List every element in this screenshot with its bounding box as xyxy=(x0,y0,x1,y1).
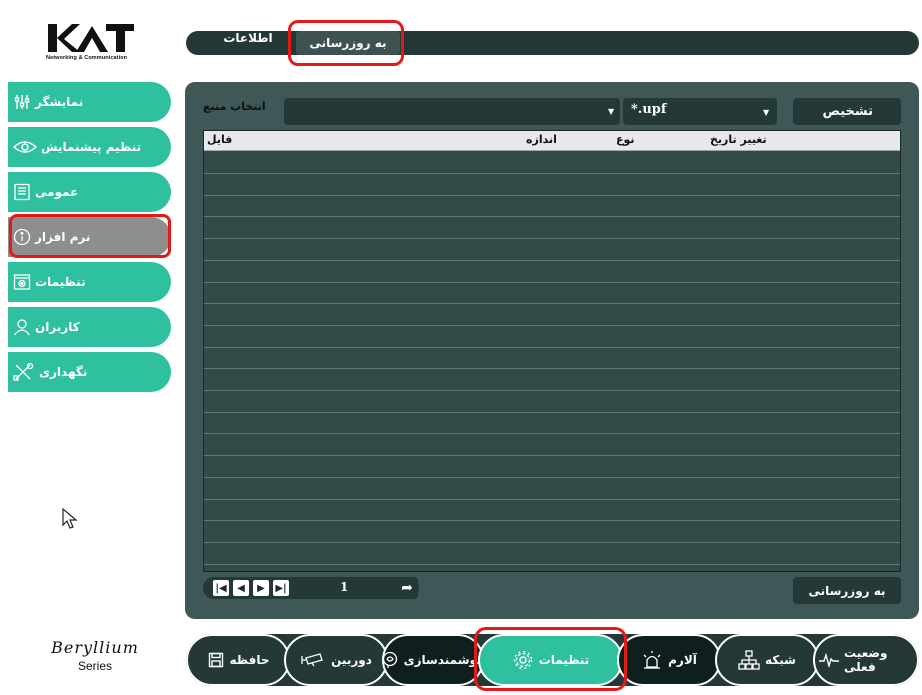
nav-storage-label: حافظه xyxy=(229,653,270,667)
nav-storage[interactable]: حافظه xyxy=(186,634,290,686)
highlight-software-item xyxy=(9,214,171,258)
table-row[interactable] xyxy=(204,411,900,413)
sidebar-label-settings: تنظیمات xyxy=(35,275,86,289)
file-table: فایل اندازه نوع تغییر تاریخ xyxy=(203,130,901,572)
source-select[interactable]: ▼ xyxy=(284,98,620,125)
user-icon xyxy=(13,318,31,336)
sidebar-label-users: کاربران xyxy=(35,320,80,334)
next-page-icon[interactable]: ▶ xyxy=(253,580,269,596)
column-header-size: اندازه xyxy=(526,133,557,146)
table-row[interactable] xyxy=(204,216,900,218)
mouse-cursor-icon xyxy=(62,508,78,529)
document-icon xyxy=(13,183,31,201)
sidebar-label-display: نمایشگر xyxy=(35,95,84,109)
table-row[interactable] xyxy=(204,390,900,391)
nav-alarm-label: آلارم xyxy=(668,653,697,667)
update-button[interactable]: به روزرسانی xyxy=(793,577,901,604)
eye-icon xyxy=(13,138,37,156)
kdt-logo: Networking & Communication xyxy=(46,22,136,66)
camera-icon xyxy=(300,651,326,669)
last-page-icon[interactable]: ▶| xyxy=(273,580,289,596)
chevron-down-icon: ▼ xyxy=(608,107,615,116)
source-label: انتخاب منبع xyxy=(203,100,266,113)
table-row[interactable] xyxy=(204,433,900,435)
kdt-logo-mark xyxy=(48,24,134,52)
sidebar-label-preview: تنظیم پیشنمایش xyxy=(41,140,142,154)
sidebar-label-maintenance: نگهداری xyxy=(39,365,88,379)
brain-head-icon xyxy=(381,651,399,669)
table-row[interactable] xyxy=(204,476,900,478)
prev-page-icon[interactable]: ◀ xyxy=(233,580,249,596)
table-row[interactable] xyxy=(204,541,900,543)
tab-info[interactable]: اطلاعات xyxy=(218,26,278,50)
brand-name: Beryllium xyxy=(51,638,139,657)
chevron-down-icon: ▼ xyxy=(763,107,770,117)
column-header-file: فایل xyxy=(207,133,233,146)
table-row[interactable] xyxy=(204,259,900,261)
settings-box-icon xyxy=(13,273,31,291)
sidebar-item-preview[interactable]: تنظیم پیشنمایش xyxy=(8,127,171,167)
table-row[interactable] xyxy=(204,563,900,565)
file-type-select[interactable]: *.upf ▼ xyxy=(623,98,777,125)
table-row[interactable] xyxy=(204,238,900,240)
tools-icon xyxy=(13,363,35,381)
first-page-icon[interactable]: |◀ xyxy=(213,580,229,596)
column-header-type: نوع xyxy=(616,133,635,146)
sidebar-item-display[interactable]: نمایشگر xyxy=(8,82,171,122)
column-header-date: تغییر تاریخ xyxy=(710,133,767,146)
nav-status[interactable]: وضعیت فعلی xyxy=(813,634,919,686)
detect-button[interactable]: تشخیص xyxy=(793,98,901,125)
sidebar-item-users[interactable]: کاربران xyxy=(8,307,171,347)
sidebar-item-settings[interactable]: تنظیمات xyxy=(8,262,171,302)
nav-alarm[interactable]: آلارم xyxy=(617,634,721,686)
table-row[interactable] xyxy=(204,194,900,196)
page-number-input[interactable]: 1 xyxy=(336,577,392,599)
sliders-icon xyxy=(13,93,31,111)
alarm-light-icon xyxy=(641,651,663,669)
nav-smart[interactable]: هوشمندسازی xyxy=(381,634,485,686)
table-row[interactable] xyxy=(204,498,900,500)
file-type-value: *.upf xyxy=(631,102,667,117)
network-icon xyxy=(738,650,760,670)
nav-camera[interactable]: دوربین xyxy=(284,634,388,686)
table-row[interactable] xyxy=(204,346,900,348)
sidebar-item-general[interactable]: عمومی xyxy=(8,172,171,212)
table-header: فایل اندازه نوع تغییر تاریخ xyxy=(204,131,900,151)
brand: Beryllium Series xyxy=(40,638,150,673)
sidebar-item-maintenance[interactable]: نگهداری xyxy=(8,352,171,392)
sidebar-label-general: عمومی xyxy=(35,185,79,199)
pulse-icon xyxy=(819,651,839,669)
nav-camera-label: دوربین xyxy=(331,653,372,667)
nav-status-label: وضعیت فعلی xyxy=(844,646,888,674)
brand-series: Series xyxy=(77,659,112,673)
table-row[interactable] xyxy=(204,173,900,174)
save-icon xyxy=(207,651,225,669)
nav-network[interactable]: شبکه xyxy=(715,634,819,686)
highlight-update-tab xyxy=(288,20,404,66)
table-row[interactable] xyxy=(204,303,900,305)
logo-tagline: Networking & Communication xyxy=(46,55,128,61)
nav-network-label: شبکه xyxy=(765,653,796,667)
table-row[interactable] xyxy=(204,455,900,457)
table-row[interactable] xyxy=(204,520,900,522)
go-page-icon[interactable]: ➦ xyxy=(396,577,418,599)
page-number: 1 xyxy=(340,580,349,594)
table-row[interactable] xyxy=(204,324,900,326)
table-row[interactable] xyxy=(204,368,900,370)
highlight-settings-nav xyxy=(474,627,627,691)
table-row[interactable] xyxy=(204,281,900,283)
